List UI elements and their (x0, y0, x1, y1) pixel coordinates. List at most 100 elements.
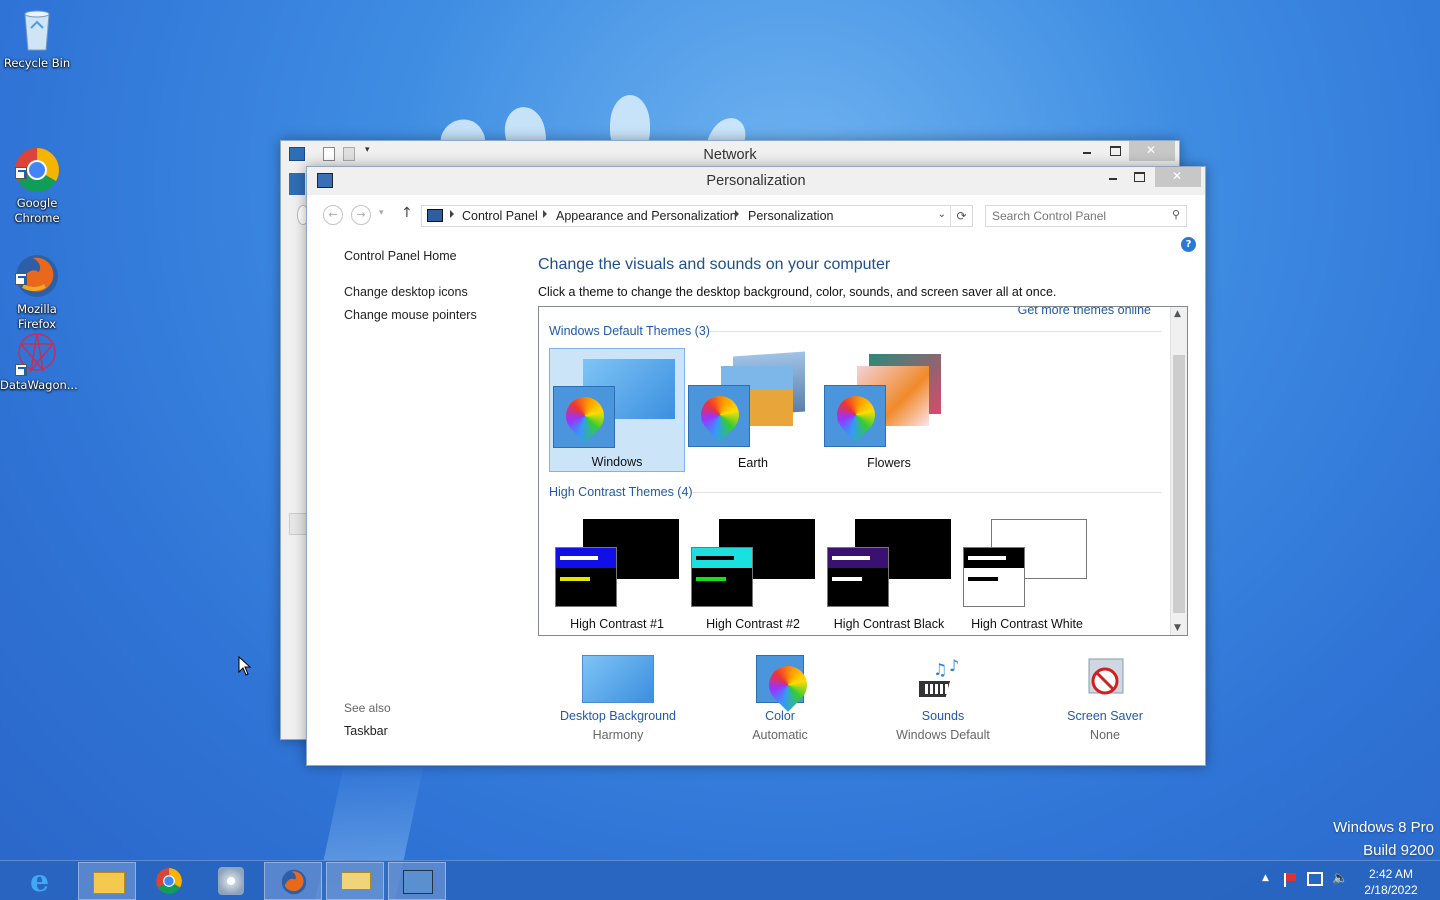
control-panel-icon (427, 209, 443, 222)
network-titlebar[interactable]: ▾ Network (281, 141, 1179, 169)
ribbon-file-tab[interactable] (289, 173, 305, 195)
shortcut-arrow-icon (15, 364, 27, 376)
close-button[interactable] (1155, 167, 1201, 187)
get-more-themes-link[interactable]: Get more themes online (1018, 307, 1151, 317)
theme-label: Windows (591, 455, 643, 469)
group-divider (709, 331, 1161, 332)
desktop-icon-label: DataWagon... (0, 378, 78, 392)
volume-muted-icon[interactable]: 🔈 (1332, 871, 1348, 886)
scrollbar[interactable]: ▲ ▼ (1170, 307, 1187, 635)
scroll-up-icon[interactable]: ▲ (1174, 309, 1181, 319)
theme-high-contrast-2[interactable]: High Contrast #2 (685, 509, 821, 633)
network-title: Network (703, 147, 757, 163)
see-also-heading: See also (344, 701, 391, 715)
maximize-button[interactable] (1101, 141, 1129, 161)
back-button[interactable]: ← (323, 205, 343, 225)
taskbar-control-panel[interactable] (388, 862, 446, 900)
address-dropdown-icon[interactable]: ⌄ (938, 209, 946, 220)
screen-saver-setting[interactable]: Screen Saver None (1045, 655, 1165, 745)
search-input[interactable] (992, 208, 1162, 224)
theme-earth[interactable]: Earth (685, 348, 821, 472)
theme-preview-window (691, 547, 753, 607)
sounds-setting[interactable]: ♫ ♪ Sounds Windows Default (883, 655, 1003, 745)
svg-text:♫: ♫ (933, 660, 947, 679)
refresh-icon[interactable]: ⟳ (950, 206, 972, 226)
breadcrumb-personalization[interactable]: Personalization (748, 209, 833, 223)
maximize-button[interactable] (1125, 167, 1153, 187)
theme-high-contrast-1[interactable]: High Contrast #1 (549, 509, 685, 633)
theme-flowers[interactable]: Flowers (821, 348, 957, 472)
nav-pane-item[interactable] (289, 513, 307, 535)
minimize-button[interactable] (1099, 167, 1127, 187)
see-also-taskbar-link[interactable]: Taskbar (344, 724, 388, 738)
close-button[interactable] (1129, 141, 1175, 161)
show-hidden-icons-icon[interactable]: ▲ (1262, 873, 1269, 883)
address-bar[interactable]: Control Panel Appearance and Personaliza… (421, 205, 973, 227)
action-center-flag-icon[interactable] (1284, 873, 1298, 887)
clock-time: 2:42 AM (1368, 867, 1414, 881)
sidebar-item-control-panel-home[interactable]: Control Panel Home (344, 249, 457, 263)
setting-label[interactable]: Screen Saver (1045, 709, 1165, 723)
disc-app-icon (218, 867, 244, 895)
help-icon[interactable]: ? (1181, 237, 1196, 252)
breadcrumb-separator-icon[interactable] (450, 210, 454, 218)
theme-high-contrast-white[interactable]: High Contrast White (957, 509, 1097, 633)
desktop-background-setting[interactable]: Desktop Background Harmony (553, 655, 683, 745)
up-button[interactable]: ↑ (401, 205, 413, 221)
firefox-icon (13, 237, 61, 297)
personalization-titlebar[interactable]: Personalization (307, 167, 1205, 195)
setting-label[interactable]: Desktop Background (553, 709, 683, 723)
group-divider (693, 492, 1161, 493)
forward-button[interactable]: → (351, 205, 371, 225)
sidebar-item-change-desktop-icons[interactable]: Change desktop icons (344, 285, 468, 299)
search-box[interactable]: ⚲ (985, 205, 1187, 227)
group-header-high-contrast[interactable]: High Contrast Themes (4) (549, 485, 693, 499)
taskbar-file-explorer[interactable] (78, 862, 136, 900)
taskbar-internet-explorer[interactable]: e (16, 862, 74, 900)
theme-high-contrast-black[interactable]: High Contrast Black (821, 509, 957, 633)
desktop-icon-recycle-bin[interactable]: Recycle Bin (0, 6, 74, 71)
sounds-icon: ♫ ♪ (911, 655, 967, 703)
color-setting[interactable]: Color Automatic (720, 655, 840, 745)
clock-date: 2/18/2022 (1364, 883, 1418, 897)
personalization-window[interactable]: Personalization ← → ▾ ↑ Control Panel Ap… (306, 166, 1206, 766)
internet-explorer-icon: e (30, 864, 50, 899)
network-tray-icon[interactable] (1307, 872, 1323, 886)
group-header-default[interactable]: Windows Default Themes (3) (549, 324, 710, 338)
breadcrumb-control-panel[interactable]: Control Panel (462, 209, 538, 223)
setting-value: None (1090, 728, 1120, 742)
taskbar-search-app[interactable] (326, 862, 384, 900)
theme-windows[interactable]: Windows (549, 348, 685, 472)
taskbar: e ▲ 🔈 2:42 AM 2/18/2022 (0, 860, 1440, 900)
breadcrumb-separator-icon[interactable] (543, 210, 547, 218)
setting-value: Windows Default (896, 728, 990, 742)
color-wheel-icon (688, 385, 750, 447)
svg-text:♪: ♪ (949, 656, 959, 675)
edition-text: Windows 8 Pro (1333, 819, 1434, 836)
theme-list[interactable]: Get more themes online Windows Default T… (538, 306, 1188, 636)
taskbar-chrome[interactable] (140, 862, 198, 900)
theme-preview-window (827, 547, 889, 607)
scrollbar-thumb[interactable] (1173, 355, 1185, 613)
minimize-button[interactable] (1073, 141, 1101, 161)
theme-label: High Contrast #2 (706, 617, 800, 631)
search-icon[interactable]: ⚲ (1172, 208, 1180, 221)
chrome-icon (156, 868, 182, 894)
clock[interactable]: 2:42 AM 2/18/2022 (1356, 866, 1426, 898)
navigation-bar: ← → ▾ ↑ Control Panel Appearance and Per… (307, 195, 1205, 235)
taskbar-disc-app[interactable] (202, 862, 260, 900)
screen-saver-icon (1081, 655, 1129, 703)
file-explorer-icon (93, 872, 125, 894)
breadcrumb-separator-icon[interactable] (735, 210, 739, 218)
recent-pages-dropdown-icon[interactable]: ▾ (379, 208, 384, 218)
sidebar-item-change-mouse-pointers[interactable]: Change mouse pointers (344, 308, 477, 322)
theme-label: High Contrast White (971, 617, 1083, 631)
desktop-background-icon (582, 655, 654, 703)
scroll-down-icon[interactable]: ▼ (1174, 623, 1181, 633)
taskbar-firefox[interactable] (264, 862, 322, 900)
color-wheel-icon (553, 386, 615, 448)
setting-label[interactable]: Color (720, 709, 840, 723)
breadcrumb-appearance[interactable]: Appearance and Personalization (556, 209, 737, 223)
desktop-icon-datawagon[interactable]: DataWagon... (0, 328, 78, 393)
setting-label[interactable]: Sounds (883, 709, 1003, 723)
